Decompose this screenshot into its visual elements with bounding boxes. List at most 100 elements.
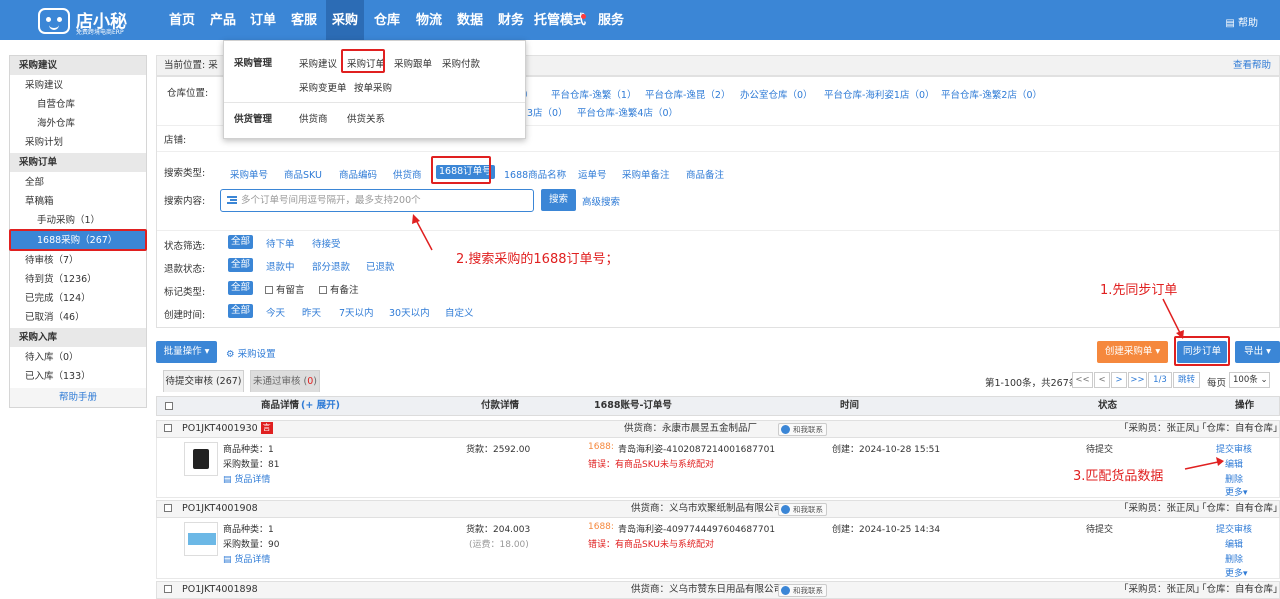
goods-detail-label: 货品详情 — [234, 475, 271, 485]
row-checkbox[interactable] — [164, 504, 172, 512]
freight-amount: (运费：18.00) — [469, 540, 529, 550]
table-header: 商品详情 (+ 展开) 付款详情 1688账号-订单号 时间 状态 操作 — [156, 396, 1280, 416]
page-jump-button[interactable]: 跳转 — [1173, 372, 1200, 388]
message-badge: 言 — [260, 422, 273, 434]
product-thumbnail[interactable] — [184, 522, 218, 556]
submit-review-link[interactable]: 提交审核 — [1216, 442, 1252, 455]
order-id[interactable]: PO1JKT4001898 — [182, 582, 258, 598]
page-indicator[interactable]: 1/3 — [1148, 372, 1172, 388]
goods-detail-label: 货品详情 — [234, 555, 271, 565]
product-thumbnail[interactable] — [184, 442, 218, 476]
order-account-prefix: 1688: — [588, 522, 614, 532]
payment-amount: 货款：204.003 — [466, 525, 531, 535]
1688-order-number[interactable]: 青岛海利姿-4097744497604687701 — [618, 522, 775, 535]
order-status: 待提交 — [1086, 445, 1114, 455]
1688-order-number[interactable]: 青岛海利姿-4102087214001687701 — [618, 442, 775, 455]
page-first-button[interactable]: << — [1072, 372, 1093, 388]
chevron-down-icon: ▾ — [204, 346, 210, 357]
select-all-checkbox[interactable] — [165, 402, 173, 410]
document-icon: ▤ — [223, 475, 232, 485]
order-id[interactable]: PO1JKT4001930 言 — [182, 421, 273, 437]
delete-link[interactable]: 删除 — [1225, 472, 1243, 485]
goods-detail-link[interactable]: ▤ 货品详情 — [223, 552, 270, 565]
chevron-down-icon: ▾ — [1155, 346, 1161, 357]
more-dropdown[interactable]: 更多▾ — [1225, 566, 1248, 579]
more-label: 更多 — [1225, 488, 1244, 498]
created-time: 创建：2024-10-25 14:34 — [832, 525, 941, 535]
order-row: 商品种类：1 采购数量：90 ▤ 货品详情 货款：204.003 (运费：18.… — [156, 518, 1280, 579]
batch-operation-button[interactable]: 批量操作 ▾ — [156, 341, 217, 363]
order-status: 待提交 — [1086, 525, 1114, 535]
order-group-header: PO1JKT4001930 言 供货商：永康市晨昱五金制品厂 和我联系 「采购员：… — [156, 420, 1280, 438]
order-row: 商品种类：1 采购数量：81 ▤ 货品详情 货款：2592.00 1688: 青… — [156, 438, 1280, 498]
order-group-header: PO1JKT4001898 供货商：义乌市赞东日用品有限公司 和我联系 「采购员… — [156, 581, 1280, 599]
product-image — [188, 533, 216, 545]
sku-mismatch-error: 错误：有商品SKU未与系统配对 — [588, 460, 714, 470]
payment-amount: 货款：2592.00 — [466, 445, 531, 455]
per-page-value: 100条 — [1233, 375, 1258, 385]
purchase-qty: 采购数量：81 — [223, 460, 280, 470]
expand-all-link[interactable]: (+ 展开) — [301, 397, 340, 415]
warehouse-name: 「仓库：自有仓库」 — [1197, 503, 1280, 514]
per-page-label: 每页 — [1207, 378, 1227, 389]
purchase-qty: 采购数量：90 — [223, 540, 280, 550]
sku-mismatch-error: 错误：有商品SKU未与系统配对 — [588, 540, 714, 550]
order-account-prefix: 1688: — [588, 442, 614, 452]
contact-supplier-button[interactable]: 和我联系 — [778, 584, 827, 597]
delete-link[interactable]: 删除 — [1225, 552, 1243, 565]
tab-rejected-close: ) — [313, 376, 317, 387]
create-purchase-order-label: 创建采购单 — [1104, 346, 1153, 357]
export-button[interactable]: 导出 ▾ — [1235, 341, 1280, 363]
chevron-down-icon: ⌄ — [1260, 375, 1268, 385]
buyer-name: 「采购员：张正凤」 — [1119, 503, 1205, 514]
supplier-name: 供货商：义乌市赞东日用品有限公司 — [631, 584, 784, 595]
more-dropdown[interactable]: 更多▾ — [1225, 485, 1248, 498]
page-prev-button[interactable]: < — [1094, 372, 1110, 388]
gear-icon: ⚙ — [226, 349, 235, 360]
column-payment-detail: 付款详情 — [481, 400, 520, 411]
product-kinds: 商品种类：1 — [223, 525, 274, 535]
product-kinds: 商品种类：1 — [223, 445, 274, 455]
buyer-name: 「采购员：张正凤」 — [1119, 584, 1205, 595]
column-1688-order: 1688账号-订单号 — [594, 400, 672, 411]
tab-rejected[interactable]: 未通过审核 (0) — [250, 370, 320, 392]
order-id-text: PO1JKT4001930 — [182, 423, 258, 434]
row-checkbox[interactable] — [164, 424, 172, 432]
supplier-name: 供货商：义乌市欢聚纸制品有限公司 — [631, 503, 784, 514]
goods-detail-link[interactable]: ▤ 货品详情 — [223, 472, 270, 485]
warehouse-name: 「仓库：自有仓库」 — [1197, 584, 1280, 595]
warehouse-name: 「仓库：自有仓库」 — [1197, 423, 1280, 434]
buyer-name: 「采购员：张正凤」 — [1119, 423, 1205, 434]
chevron-down-icon: ▾ — [1243, 488, 1248, 498]
contact-supplier-button[interactable]: 和我联系 — [778, 423, 827, 436]
column-actions: 操作 — [1235, 400, 1255, 411]
edit-link[interactable]: 编辑 — [1225, 457, 1243, 470]
create-purchase-order-button[interactable]: 创建采购单 ▾ — [1097, 341, 1168, 363]
column-time: 时间 — [840, 400, 860, 411]
page-next-button[interactable]: > — [1111, 372, 1127, 388]
column-product-detail: 商品详情 — [261, 400, 300, 411]
page-last-button[interactable]: >> — [1128, 372, 1147, 388]
export-label: 导出 — [1244, 346, 1264, 357]
purchase-settings-link[interactable]: ⚙ 采购设置 — [226, 346, 276, 360]
purchase-settings-label: 采购设置 — [237, 349, 276, 360]
highlight-box-sync-orders — [1174, 336, 1230, 366]
more-label: 更多 — [1225, 569, 1244, 579]
contact-supplier-button[interactable]: 和我联系 — [778, 503, 827, 516]
column-status: 状态 — [1098, 400, 1118, 411]
product-image — [193, 449, 209, 469]
per-page-select[interactable]: 100条 ⌄ — [1229, 372, 1270, 388]
created-time: 创建：2024-10-28 15:51 — [832, 445, 941, 455]
submit-review-link[interactable]: 提交审核 — [1216, 522, 1252, 535]
edit-link[interactable]: 编辑 — [1225, 537, 1243, 550]
tab-pending-submit[interactable]: 待提交审核 (267) — [163, 370, 244, 392]
row-checkbox[interactable] — [164, 585, 172, 593]
tab-rejected-label: 未通过审核 ( — [253, 376, 308, 387]
pagination-summary: 第1-100条，共267条 — [985, 378, 1079, 389]
document-icon: ▤ — [223, 555, 232, 565]
supplier-name: 供货商：永康市晨昱五金制品厂 — [624, 423, 758, 434]
chevron-down-icon: ▾ — [1266, 346, 1271, 357]
order-id[interactable]: PO1JKT4001908 — [182, 501, 258, 517]
batch-operation-label: 批量操作 — [163, 346, 202, 357]
chevron-down-icon: ▾ — [1243, 569, 1248, 579]
